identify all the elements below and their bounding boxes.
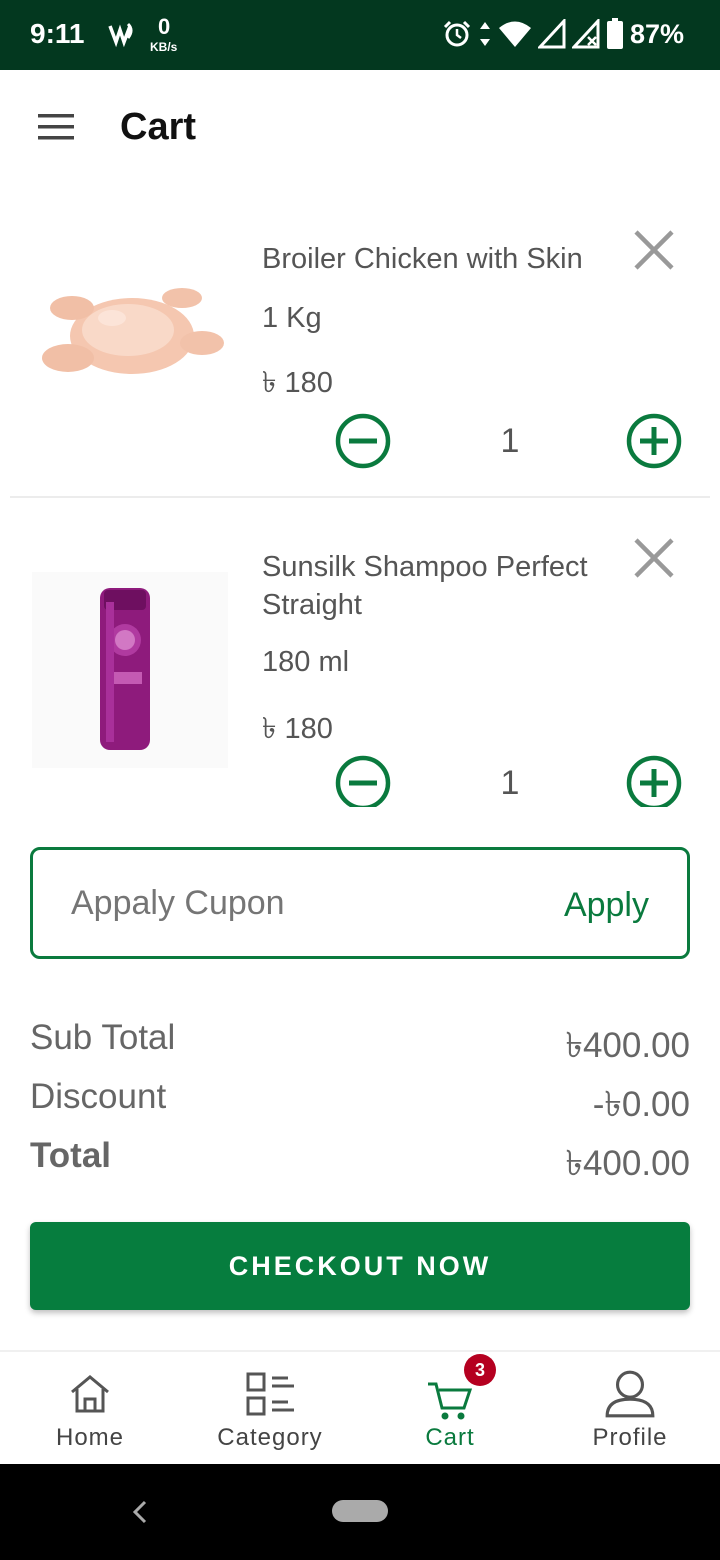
- nav-cart[interactable]: 3 Cart: [360, 1352, 540, 1466]
- category-icon: [246, 1372, 294, 1416]
- signal-x-icon: [571, 19, 600, 49]
- item-image-shampoo: [32, 572, 228, 768]
- net-speed-value: 0: [158, 14, 171, 39]
- cart-icon: [428, 1382, 473, 1420]
- status-left-icons: [108, 16, 188, 61]
- item-size: 180 ml: [262, 646, 350, 678]
- plus-circle-icon: [626, 755, 682, 807]
- status-time: 9:11: [30, 18, 85, 49]
- nav-profile-label: Profile: [592, 1424, 668, 1451]
- home-icon: [71, 1375, 109, 1413]
- item-price: ৳ 180: [262, 713, 333, 745]
- remove-item-button[interactable]: [632, 228, 676, 272]
- menu-button[interactable]: [30, 108, 82, 148]
- app-bar: Cart: [0, 70, 720, 186]
- hamburger-menu-icon: [38, 114, 74, 140]
- signal-icon: [537, 19, 566, 49]
- page-title: Cart: [120, 106, 197, 148]
- battery-percent: 87%: [629, 18, 684, 49]
- minus-circle-icon: [335, 755, 391, 807]
- total-value: ৳400.00: [565, 1144, 690, 1183]
- profile-icon: [605, 1370, 655, 1418]
- discount-row: Discount -৳0.00: [30, 1077, 690, 1124]
- total-row: Total ৳400.00: [30, 1136, 690, 1183]
- subtotal-row: Sub Total ৳400.00: [30, 1018, 690, 1065]
- item-price: ৳ 180: [262, 367, 333, 399]
- subtotal-label: Sub Total: [30, 1018, 176, 1057]
- item-divider: [10, 496, 710, 498]
- discount-label: Discount: [30, 1077, 167, 1116]
- coupon-input[interactable]: [71, 884, 511, 923]
- plus-circle-icon: [626, 413, 682, 469]
- back-icon[interactable]: [128, 1494, 152, 1530]
- net-speed-unit: KB/s: [150, 40, 178, 54]
- bottom-nav: Home Category 3 Cart Profile: [0, 1350, 720, 1464]
- increase-quantity-button[interactable]: [626, 755, 682, 807]
- increase-quantity-button[interactable]: [626, 413, 682, 469]
- minus-circle-icon: [335, 413, 391, 469]
- home-pill-icon[interactable]: [332, 1500, 388, 1522]
- item-name: Sunsilk Shampoo Perfect Straight: [262, 551, 588, 621]
- total-label: Total: [30, 1136, 112, 1175]
- wifi-icon: [498, 21, 531, 47]
- item-image-chicken: [32, 248, 228, 444]
- status-right-icons: 87%: [442, 18, 684, 50]
- apply-coupon-button[interactable]: Apply: [564, 886, 649, 925]
- checkout-button[interactable]: CHECKOUT NOW: [30, 1222, 690, 1310]
- subtotal-value: ৳400.00: [565, 1026, 690, 1065]
- remove-item-button[interactable]: [632, 536, 676, 580]
- coupon-box: Apply: [30, 847, 690, 959]
- nav-home[interactable]: Home: [0, 1352, 180, 1466]
- nav-profile[interactable]: Profile: [540, 1352, 720, 1466]
- chicken-image: [42, 288, 224, 374]
- alarm-icon: [443, 20, 471, 47]
- nav-category-label: Category: [217, 1424, 323, 1451]
- shampoo-bottle-image: [100, 588, 150, 750]
- status-bar: 9:11 0 KB/s 87%: [0, 0, 720, 70]
- discount-value: -৳0.00: [592, 1085, 690, 1124]
- nav-cart-label: Cart: [425, 1424, 475, 1451]
- decrease-quantity-button[interactable]: [335, 413, 391, 469]
- item-name: Broiler Chicken with Skin: [262, 243, 583, 275]
- nav-home-label: Home: [55, 1424, 125, 1451]
- close-icon: [634, 230, 674, 270]
- quantity-value: 1: [500, 422, 520, 460]
- quantity-value: 1: [500, 764, 520, 802]
- nav-category[interactable]: Category: [180, 1352, 360, 1466]
- close-icon: [634, 538, 674, 578]
- data-arrows-icon: [479, 22, 490, 46]
- item-size: 1 Kg: [262, 302, 322, 334]
- cart-count-badge: 3: [464, 1354, 496, 1386]
- battery-icon: [606, 18, 623, 49]
- decrease-quantity-button[interactable]: [335, 755, 391, 807]
